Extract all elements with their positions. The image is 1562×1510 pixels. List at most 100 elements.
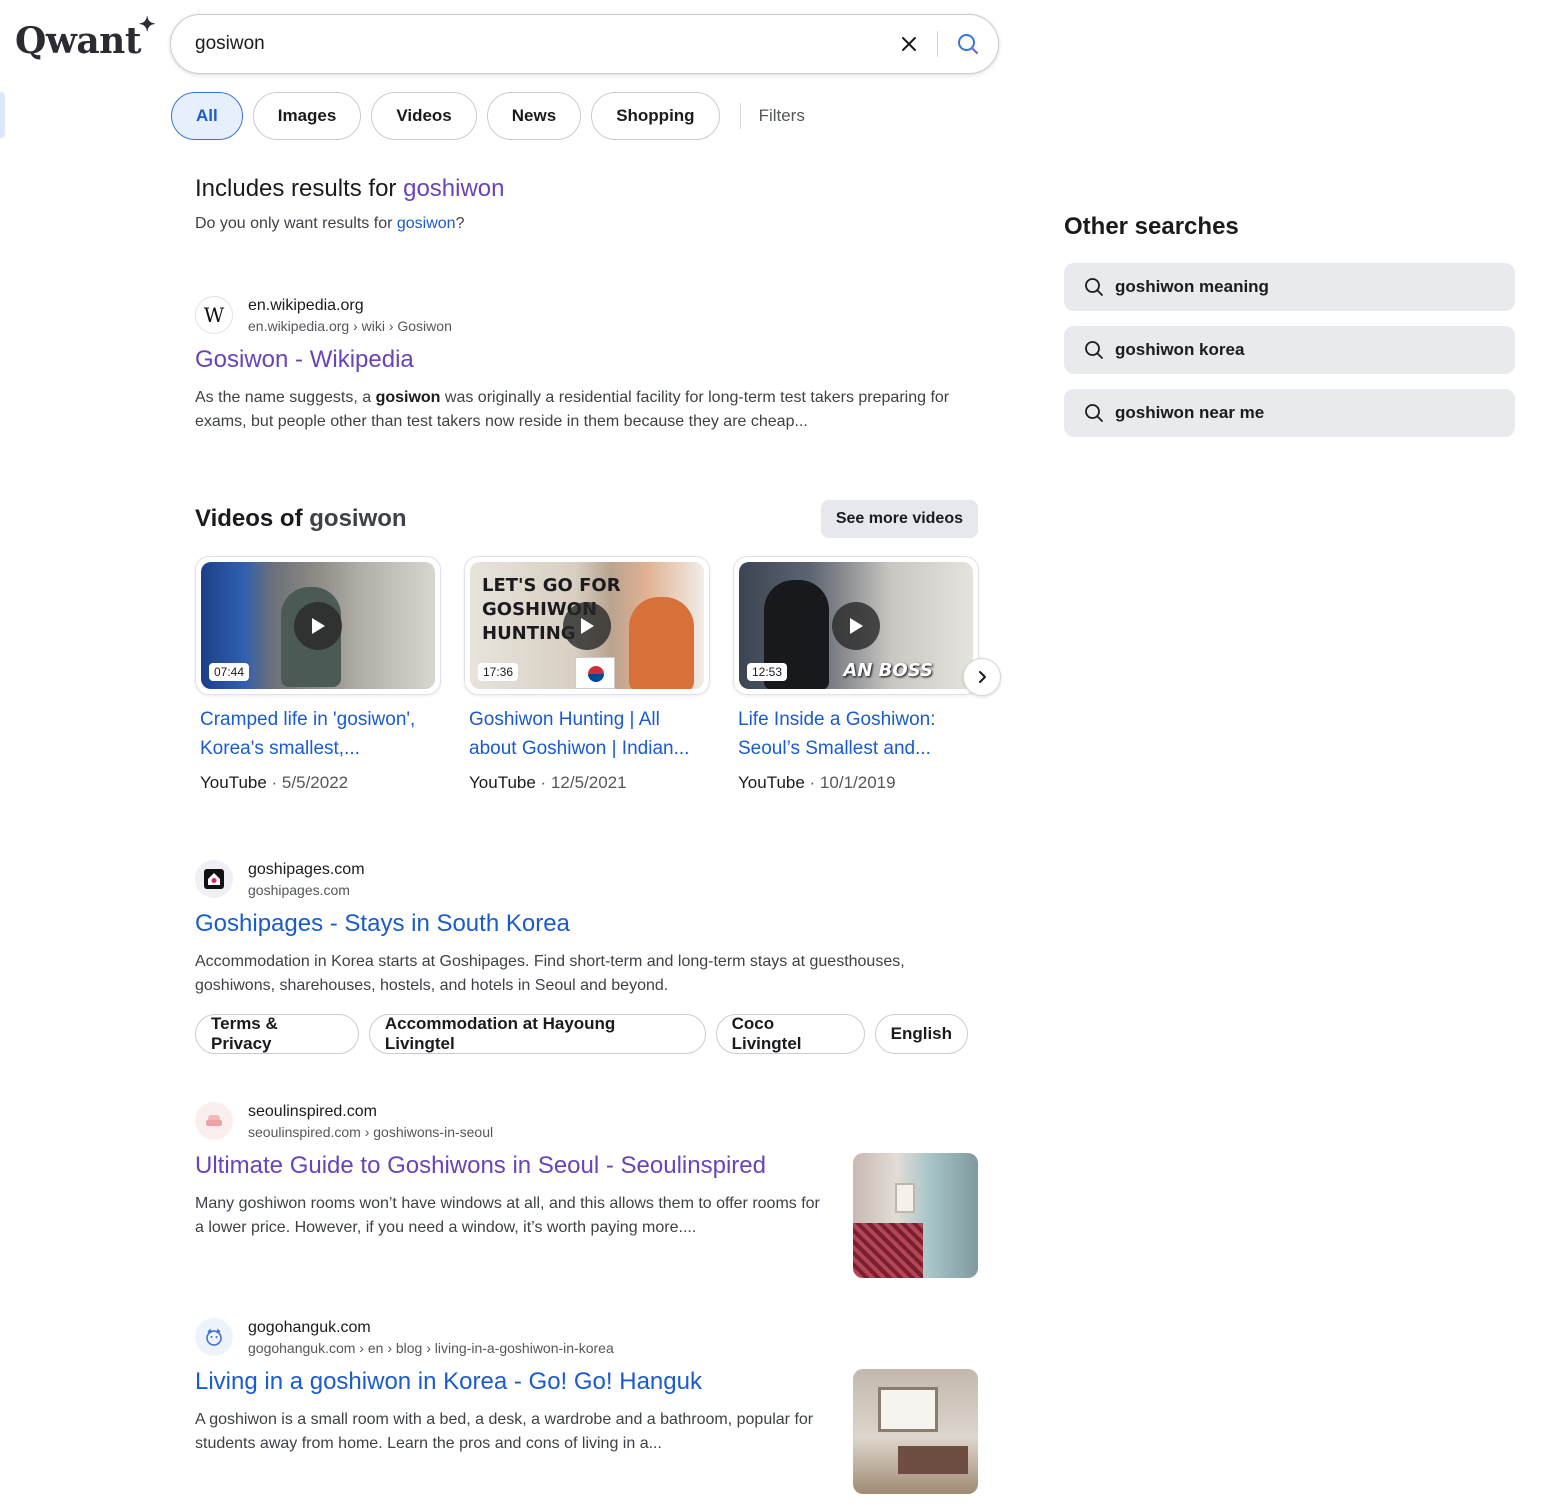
includes-results-heading: Includes results for goshiwon [195, 175, 505, 202]
sparkle-icon: ✦ [138, 12, 156, 36]
wikipedia-favicon: W [195, 296, 233, 334]
sitelink-terms-privacy[interactable]: Terms & Privacy [195, 1014, 359, 1054]
sitelink-english[interactable]: English [874, 1014, 969, 1054]
sitelink-hayoung-livingtel[interactable]: Accommodation at Hayoung Livingtel [368, 1014, 706, 1054]
original-query-link[interactable]: gosiwon [397, 215, 456, 232]
gogohanguk-favicon [195, 1318, 233, 1356]
tab-all[interactable]: All [171, 92, 243, 140]
video-meta: YouTube · 5/5/2022 [200, 773, 349, 792]
bed-image [853, 1223, 923, 1278]
seoulinspired-favicon [195, 1102, 233, 1140]
related-search-item[interactable]: goshiwon near me [1064, 389, 1515, 437]
sitelink-coco-livingtel[interactable]: Coco Livingtel [715, 1014, 865, 1054]
search-result: gogohanguk.com gogohanguk.com › en › blo… [195, 1318, 825, 1456]
result-title-link[interactable]: Goshipages - Stays in South Korea [195, 910, 978, 938]
video-duration: 12:53 [747, 663, 788, 681]
thumbnail-overlay-text: AN BOSS [843, 660, 933, 681]
result-title-link[interactable]: Living in a goshiwon in Korea - Go! Go! … [195, 1368, 835, 1396]
result-description: As the name suggests, a gosiwon was orig… [195, 389, 950, 430]
qwant-logo[interactable]: Qwant ✦ [15, 12, 155, 62]
video-card[interactable]: AN BOSS 12:53 Life Inside a Goshiwon: Se… [733, 556, 979, 793]
video-card[interactable]: 07:44 Cramped life in 'gosiwon', Korea's… [195, 556, 441, 793]
video-duration: 07:44 [209, 663, 250, 681]
window-image [895, 1183, 915, 1213]
thumbnail-overlay-text: LET'S GO FOR GOSHIWON HUNTING [482, 575, 621, 644]
result-source[interactable]: gogohanguk.com gogohanguk.com › en › blo… [195, 1318, 825, 1356]
goshipages-favicon [195, 860, 233, 898]
videos-section-header: Videos of gosiwon See more videos [195, 500, 978, 538]
videos-heading: Videos of gosiwon [195, 505, 407, 532]
result-description: Many goshiwon rooms won’t have windows a… [195, 1195, 820, 1236]
result-path: gogohanguk.com › en › blog › living-in-a… [248, 1339, 614, 1356]
related-search-item[interactable]: goshiwon meaning [1064, 263, 1515, 311]
clear-search-button[interactable] [889, 24, 929, 64]
only-results-prompt: Do you only want results for gosiwon? [195, 215, 465, 232]
result-description: A goshiwon is a small room with a bed, a… [195, 1411, 814, 1452]
video-meta: YouTube · 10/1/2019 [738, 773, 896, 792]
wikipedia-w-icon: W [203, 303, 225, 327]
result-thumbnail[interactable] [853, 1369, 978, 1494]
result-domain: gogohanguk.com [248, 1318, 371, 1336]
search-submit-button[interactable] [946, 22, 990, 66]
search-icon [1085, 404, 1103, 422]
tabs-divider [739, 103, 741, 129]
see-more-videos-button[interactable]: See more videos [820, 500, 978, 538]
video-thumbnail[interactable]: 07:44 [201, 562, 435, 689]
result-source[interactable]: W en.wikipedia.org en.wikipedia.org › wi… [195, 296, 978, 334]
play-icon [832, 601, 880, 650]
result-path: seoulinspired.com › goshiwons-in-seoul [248, 1123, 494, 1140]
video-title-link[interactable]: Goshiwon Hunting | All about Goshiwon | … [469, 705, 710, 763]
video-card[interactable]: LET'S GO FOR GOSHIWON HUNTING 17:36 Gosh… [464, 556, 710, 793]
filters-button[interactable]: Filters [759, 106, 805, 126]
result-source[interactable]: goshipages.com goshipages.com [195, 860, 978, 898]
video-duration: 17:36 [478, 663, 519, 681]
armchair-icon [206, 1115, 222, 1126]
search-input[interactable] [195, 33, 889, 55]
side-rail-indicator [0, 92, 5, 138]
search-tabs: All Images Videos News Shopping Filters [171, 92, 805, 140]
close-icon [902, 37, 916, 51]
other-searches-panel: Other searches goshiwon meaning goshiwon… [1064, 213, 1515, 437]
video-title-link[interactable]: Cramped life in 'gosiwon', Korea's small… [200, 705, 441, 763]
play-icon [294, 601, 342, 650]
result-domain: en.wikipedia.org [248, 296, 364, 314]
video-title-link[interactable]: Life Inside a Goshiwon: Seoul’s Smallest… [738, 705, 979, 763]
search-result: seoulinspired.com seoulinspired.com › go… [195, 1102, 825, 1240]
search-result: goshipages.com goshipages.com Goshipages… [195, 860, 978, 1054]
related-search-item[interactable]: goshiwon korea [1064, 326, 1515, 374]
result-thumbnail[interactable] [853, 1153, 978, 1278]
videos-next-button[interactable] [963, 658, 1001, 696]
person-figure [629, 597, 694, 689]
search-result: W en.wikipedia.org en.wikipedia.org › wi… [195, 296, 978, 434]
other-searches-heading: Other searches [1064, 213, 1239, 240]
search-bar [170, 14, 999, 74]
search-divider [937, 31, 938, 57]
result-description: Accommodation in Korea starts at Goshipa… [195, 953, 905, 994]
tab-news[interactable]: News [486, 92, 582, 140]
play-icon [563, 601, 611, 650]
corrected-query-link[interactable]: goshiwon [403, 175, 504, 202]
video-thumbnail[interactable]: AN BOSS 12:53 [739, 562, 973, 689]
tiger-mascot-icon [206, 1328, 222, 1346]
tab-videos[interactable]: Videos [371, 92, 477, 140]
result-domain: seoulinspired.com [248, 1102, 377, 1120]
window-image [878, 1387, 938, 1432]
result-path: en.wikipedia.org › wiki › Gosiwon [248, 317, 452, 334]
result-domain: goshipages.com [248, 860, 365, 878]
bed-image [898, 1446, 968, 1474]
search-icon [1085, 278, 1103, 296]
tab-images[interactable]: Images [252, 92, 362, 140]
video-thumbnail[interactable]: LET'S GO FOR GOSHIWON HUNTING 17:36 [470, 562, 704, 689]
related-search-label: goshiwon korea [1115, 340, 1245, 359]
house-icon [204, 869, 224, 889]
korea-flag-icon [575, 657, 615, 689]
result-title-link[interactable]: Gosiwon - Wikipedia [195, 346, 978, 374]
search-icon [1085, 341, 1103, 359]
search-icon [958, 34, 979, 55]
result-title-link[interactable]: Ultimate Guide to Goshiwons in Seoul - S… [195, 1152, 835, 1180]
tab-shopping[interactable]: Shopping [591, 92, 720, 140]
chevron-right-icon [979, 671, 986, 683]
sitelinks: Terms & Privacy Accommodation at Hayoung… [195, 1014, 978, 1054]
result-source[interactable]: seoulinspired.com seoulinspired.com › go… [195, 1102, 825, 1140]
related-search-label: goshiwon near me [1115, 403, 1265, 422]
